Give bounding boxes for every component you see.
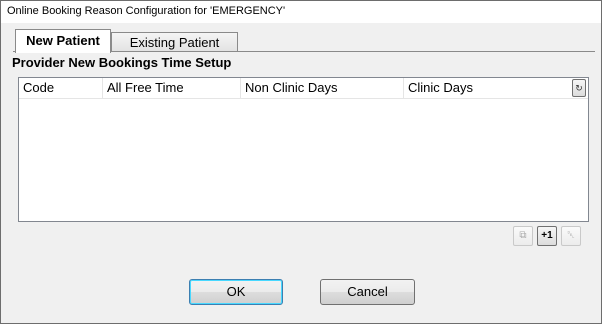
tab-existing-patient[interactable]: Existing Patient bbox=[111, 32, 238, 52]
trash-icon[interactable]: ␡ bbox=[561, 226, 581, 246]
tab-new-patient[interactable]: New Patient bbox=[15, 29, 111, 53]
add-row-button[interactable]: +1 bbox=[537, 226, 557, 246]
section-title: Provider New Bookings Time Setup bbox=[12, 55, 232, 70]
refresh-icon[interactable]: ↻ bbox=[572, 79, 586, 97]
cancel-button[interactable]: Cancel bbox=[320, 279, 415, 305]
column-header-clinic-days[interactable]: Clinic Days bbox=[404, 78, 569, 98]
dialog-client-area: New Patient Existing Patient Provider Ne… bbox=[7, 23, 595, 317]
copy-row-icon[interactable]: ⧉ bbox=[513, 226, 533, 246]
window-title: Online Booking Reason Configuration for … bbox=[7, 5, 286, 17]
tab-strip: New Patient Existing Patient bbox=[13, 29, 253, 53]
column-header-all-free-time[interactable]: All Free Time bbox=[103, 78, 241, 98]
dialog-window: Online Booking Reason Configuration for … bbox=[0, 0, 602, 324]
ok-button[interactable]: OK bbox=[189, 279, 283, 305]
column-header-non-clinic-days[interactable]: Non Clinic Days bbox=[241, 78, 404, 98]
time-setup-grid[interactable]: Code All Free Time Non Clinic Days Clini… bbox=[18, 77, 589, 222]
grid-header: Code All Free Time Non Clinic Days Clini… bbox=[19, 78, 588, 99]
column-header-code[interactable]: Code bbox=[19, 78, 103, 98]
title-bar[interactable]: Online Booking Reason Configuration for … bbox=[1, 1, 601, 23]
